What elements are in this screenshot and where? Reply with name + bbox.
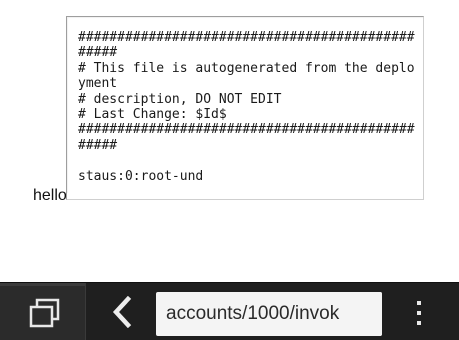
file-contents-textarea[interactable]: ########################################… <box>66 16 424 200</box>
tabs-icon <box>29 298 60 328</box>
textarea-bottom-edge <box>67 193 423 199</box>
hello-label: hello <box>33 187 67 204</box>
address-bar[interactable]: accounts/1000/invok <box>156 292 382 336</box>
overflow-menu-icon <box>417 301 421 325</box>
overflow-menu-button[interactable] <box>400 283 440 340</box>
address-bar-text: accounts/1000/invok <box>166 303 340 324</box>
back-button[interactable] <box>98 283 148 340</box>
back-icon <box>112 296 132 328</box>
tabs-button-highlight <box>0 283 85 286</box>
web-content-area: hello ##################################… <box>0 0 459 282</box>
textarea-text: ########################################… <box>78 30 415 184</box>
address-bar-fade <box>342 292 382 336</box>
browser-bottom-toolbar: accounts/1000/invok <box>0 282 459 340</box>
tabs-button[interactable] <box>0 283 86 340</box>
